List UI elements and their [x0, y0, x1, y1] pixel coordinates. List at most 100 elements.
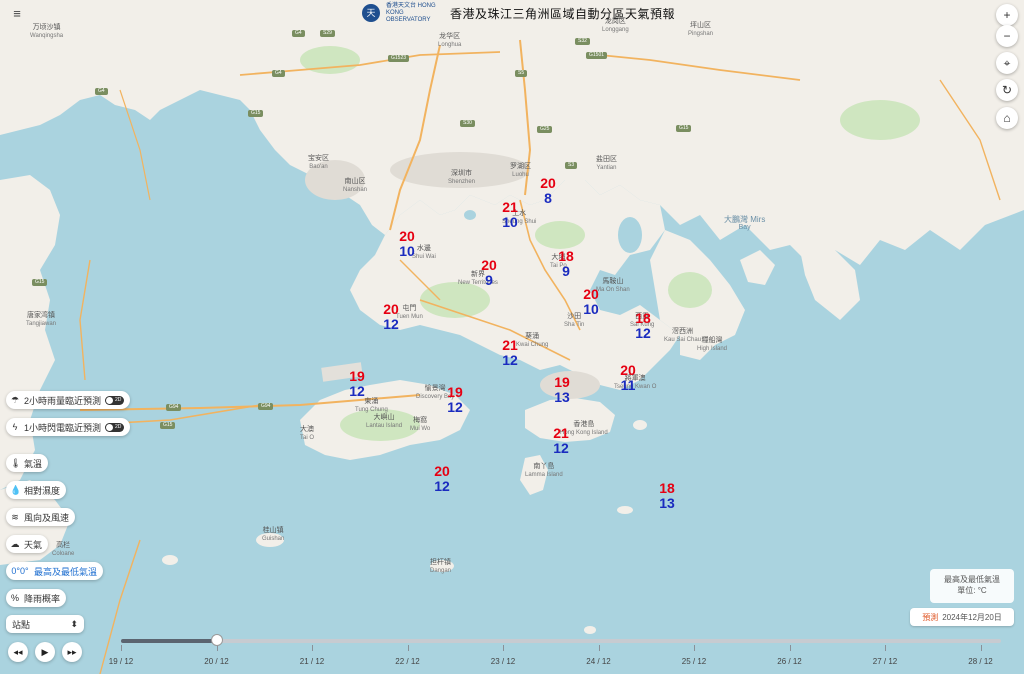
toggle-2d[interactable]: 2D: [105, 395, 125, 405]
layer-lightning-nowcast[interactable]: ϟ 1小時閃電臨近預測 2D: [6, 418, 131, 436]
road-badge: G4: [272, 70, 285, 77]
country-park: [668, 272, 712, 308]
place-label: 梅窩 Mui Wo: [410, 417, 431, 432]
place-label: 大嶼山 Lantau Island: [366, 414, 403, 429]
temperature-marker[interactable]: 20 8: [533, 176, 563, 206]
place-label: 深圳市 Shenzhen: [448, 170, 476, 185]
toggle-2d[interactable]: 2D: [105, 422, 125, 432]
temperature-range-icon: 0°0°: [11, 566, 29, 576]
timeline-date-label[interactable]: 21 / 12: [292, 657, 332, 666]
temperature-marker[interactable]: 20 10: [576, 287, 606, 317]
layer-label: 降雨概率: [24, 593, 61, 604]
timeline-track[interactable]: [121, 639, 1001, 643]
reservoir: [618, 217, 642, 253]
fast-forward-button[interactable]: ▸▸: [62, 642, 82, 662]
header: 天 香港天文台 HONG KONG OBSERVATORY 香港及珠江三角洲區域…: [362, 3, 675, 23]
menu-icon[interactable]: ≡: [9, 7, 25, 21]
legend: 最高及最低氣溫 單位: °C: [930, 569, 1014, 603]
timeline-tick: [312, 645, 313, 651]
page-title: 香港及珠江三角洲區域自動分區天氣預報: [450, 6, 676, 21]
temperature-marker[interactable]: 18 9: [551, 249, 581, 279]
temperature-marker[interactable]: 20 11: [613, 363, 643, 393]
layer-rain-probability[interactable]: % 降雨概率: [6, 589, 67, 607]
place-label: 糧船灣 High Island: [697, 337, 728, 352]
station-select[interactable]: 站點 ⬍: [6, 615, 84, 633]
layer-humidity[interactable]: 💧 相對濕度: [6, 481, 67, 499]
temperature-marker[interactable]: 18 13: [652, 481, 682, 511]
timeline-date-label[interactable]: 23 / 12: [483, 657, 523, 666]
timeline-date-label[interactable]: 26 / 12: [770, 657, 810, 666]
max-temperature: 19: [349, 368, 365, 384]
max-temperature: 18: [558, 248, 574, 264]
timeline-date-label[interactable]: 20 / 12: [197, 657, 237, 666]
max-temperature: 20: [540, 175, 556, 191]
temperature-marker[interactable]: 20 9: [474, 258, 504, 288]
temperature-marker[interactable]: 21 10: [495, 200, 525, 230]
road-badge: G15: [248, 110, 264, 117]
zoom-in-button[interactable]: +: [996, 4, 1018, 26]
road-badge: S30: [460, 120, 475, 127]
max-temperature: 20: [399, 228, 415, 244]
temperature-marker[interactable]: 21 12: [495, 338, 525, 368]
timeline-handle[interactable]: [210, 634, 223, 646]
timeline-date-label[interactable]: 19 / 12: [101, 657, 141, 666]
layer-temperature[interactable]: 🌡 氣溫: [6, 454, 49, 472]
max-temperature: 21: [502, 199, 518, 215]
min-temperature: 13: [659, 495, 675, 511]
refresh-icon[interactable]: ↻: [996, 79, 1018, 101]
max-temperature: 20: [434, 463, 450, 479]
timeline-date-label[interactable]: 22 / 12: [388, 657, 428, 666]
select-arrow-icon: ⬍: [70, 618, 78, 629]
temperature-marker[interactable]: 20 12: [427, 464, 457, 494]
place-label: 坪山区 Pingshan: [688, 22, 714, 37]
place-label: 盐田区 Yantian: [596, 156, 617, 171]
timeline-tick: [598, 645, 600, 651]
layer-label: 天氣: [24, 539, 43, 550]
timeline-date-label[interactable]: 28 / 12: [961, 657, 1001, 666]
layer-rain-nowcast[interactable]: ☂ 2小時雨量臨近預測 2D: [6, 391, 131, 409]
country-park: [535, 221, 585, 249]
rewind-button[interactable]: ◂◂: [8, 642, 28, 662]
layer-label: 風向及風速: [24, 512, 70, 523]
play-button[interactable]: ▶: [35, 642, 55, 662]
layer-weather[interactable]: ☁ 天氣: [6, 535, 49, 553]
temperature-marker[interactable]: 20 10: [392, 229, 422, 259]
min-temperature: 10: [502, 214, 518, 230]
timeline-date-label[interactable]: 25 / 12: [674, 657, 714, 666]
road-badge: G1523: [388, 55, 410, 62]
max-temperature: 20: [481, 257, 497, 273]
timeline-tick: [407, 645, 409, 651]
min-temperature: 12: [553, 440, 569, 456]
min-temperature: 10: [583, 301, 599, 317]
temperature-marker[interactable]: 20 12: [376, 302, 406, 332]
min-temperature: 10: [399, 243, 415, 259]
temperature-marker[interactable]: 19 12: [342, 369, 372, 399]
hko-logo: 天: [362, 4, 380, 22]
temperature-marker[interactable]: 18 12: [628, 311, 658, 341]
timeline-tick: [694, 645, 695, 651]
place-label: 南山区 Nanshan: [343, 178, 368, 193]
layer-max-min-temperature[interactable]: 0°0° 最高及最低氣溫: [6, 562, 104, 580]
layer-wind[interactable]: ≋ 風向及風速: [6, 508, 76, 526]
temperature-marker[interactable]: 19 13: [547, 375, 577, 405]
thermometer-icon: 🌡: [10, 457, 22, 468]
min-temperature: 11: [620, 377, 636, 393]
layer-label: 相對濕度: [24, 485, 61, 496]
place-label: 唐家湾镇 Tangjiawan: [26, 312, 57, 327]
home-icon[interactable]: ⌂: [996, 107, 1018, 129]
country-park: [840, 100, 920, 140]
min-temperature: 9: [485, 272, 493, 288]
locate-icon[interactable]: ⌖: [996, 52, 1018, 74]
temperature-marker[interactable]: 21 12: [546, 426, 576, 456]
place-label: 滘西洲 Kau Sai Chau: [664, 328, 702, 343]
place-label: 大澳 Tai O: [300, 426, 315, 441]
road-badge: G4: [292, 30, 305, 37]
timeline-tick: [885, 645, 886, 651]
place-label: 龙华区 Longhua: [438, 33, 462, 48]
timeline-date-label[interactable]: 24 / 12: [579, 657, 619, 666]
zoom-out-button[interactable]: −: [996, 25, 1018, 47]
timeline-date-label[interactable]: 27 / 12: [865, 657, 905, 666]
percent-icon: %: [10, 593, 19, 603]
temperature-marker[interactable]: 19 12: [440, 385, 470, 415]
place-label: 担杆镇 Dangan: [430, 559, 452, 574]
